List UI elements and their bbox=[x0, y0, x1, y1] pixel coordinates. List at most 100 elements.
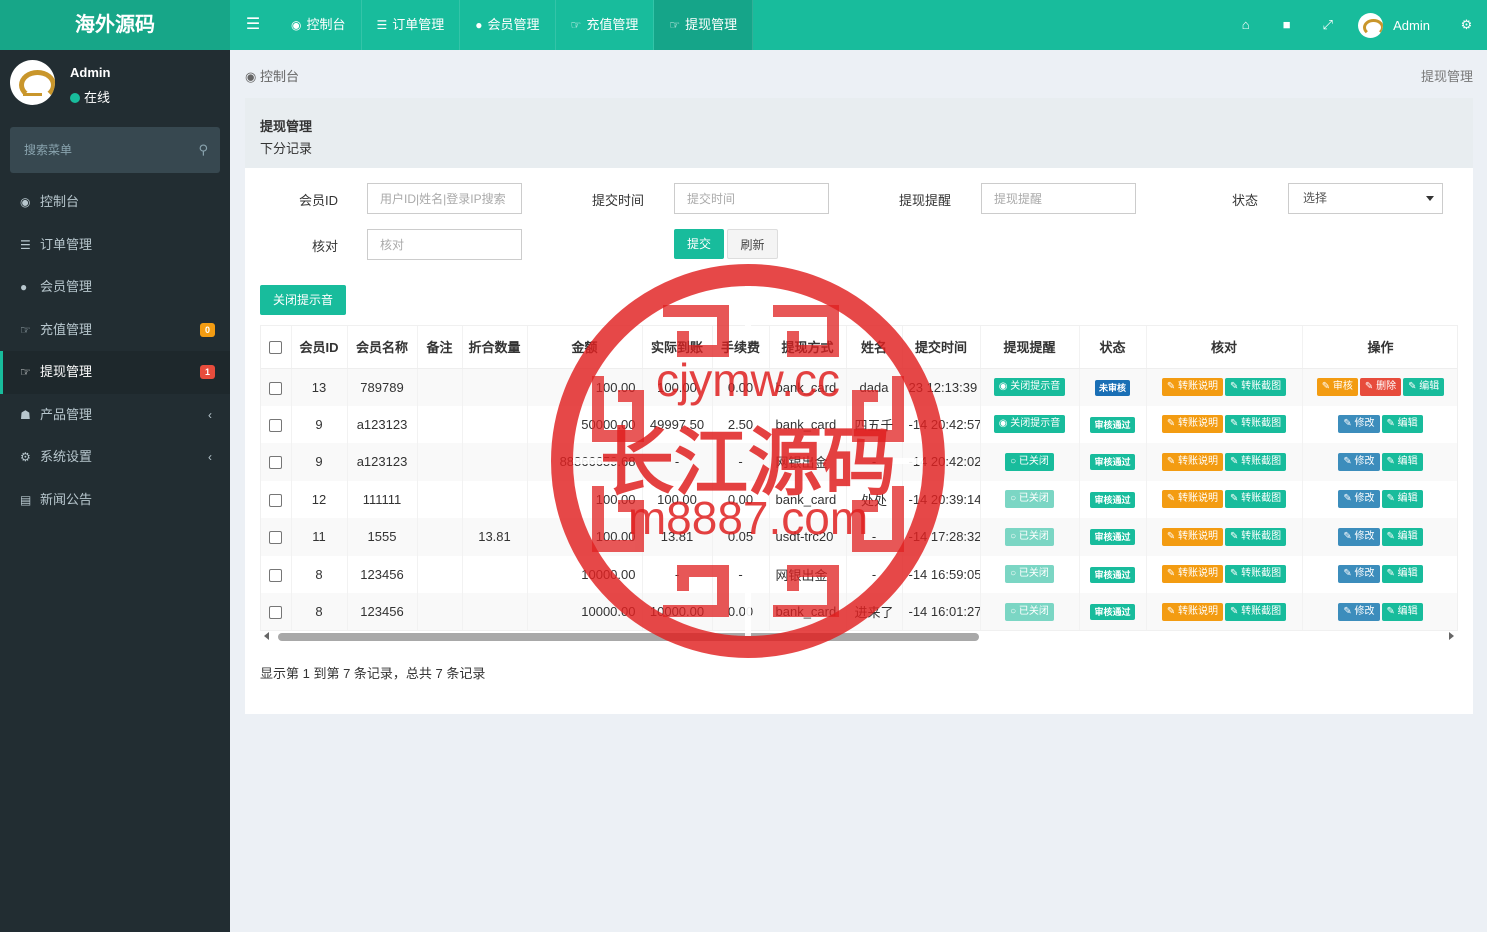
row-op-button[interactable]: ✎ 修改 bbox=[1338, 490, 1380, 509]
search-icon[interactable]: ⚲ bbox=[198, 142, 208, 158]
reminder-toggle-button[interactable]: ○ 已关闭 bbox=[1005, 602, 1054, 621]
row-op-button[interactable]: ✎ 编辑 bbox=[1381, 565, 1423, 584]
cell-verify: ✎ 转账说明 ✎ 转账截图 bbox=[1146, 593, 1303, 630]
transfer-note-button[interactable]: ✎ 转账说明 bbox=[1161, 602, 1223, 621]
cell-realname: 处处 bbox=[846, 480, 903, 518]
col-verify[interactable]: 核对 bbox=[1146, 326, 1303, 369]
col-status[interactable]: 状态 bbox=[1079, 326, 1147, 369]
menu-toggle-icon[interactable]: ☰ bbox=[230, 0, 276, 50]
transfer-screenshot-button[interactable]: ✎ 转账截图 bbox=[1225, 378, 1287, 396]
col-note[interactable]: 备注 bbox=[417, 326, 463, 369]
reminder-toggle-button[interactable]: ○ 已关闭 bbox=[1005, 565, 1054, 584]
transfer-screenshot-button[interactable]: ✎ 转账截图 bbox=[1225, 527, 1287, 546]
col-realname[interactable]: 姓名 bbox=[846, 326, 903, 369]
cell-status: 审核通过 bbox=[1079, 480, 1147, 518]
pencil-icon: ✎ bbox=[1364, 381, 1374, 392]
col-member-name[interactable]: 会员名称 bbox=[347, 326, 418, 369]
scroll-thumb[interactable] bbox=[278, 633, 979, 641]
col-actual[interactable]: 实际到账 bbox=[642, 326, 713, 369]
transfer-screenshot-button[interactable]: ✎ 转账截图 bbox=[1225, 490, 1287, 509]
col-converted[interactable]: 折合数量 bbox=[462, 326, 528, 369]
sidebar-search-input[interactable] bbox=[10, 127, 190, 173]
scroll-right-icon[interactable] bbox=[1449, 632, 1454, 640]
row-checkbox[interactable] bbox=[269, 531, 283, 545]
row-checkbox[interactable] bbox=[269, 456, 283, 470]
row-checkbox[interactable] bbox=[269, 493, 283, 507]
transfer-screenshot-button[interactable]: ✎ 转账截图 bbox=[1225, 565, 1287, 584]
reminder-toggle-button[interactable]: ◉ 关闭提示音 bbox=[993, 378, 1066, 396]
transfer-note-button[interactable]: ✎ 转账说明 bbox=[1161, 527, 1223, 546]
row-op-button[interactable]: ✎ 审核 bbox=[1316, 378, 1358, 396]
select-all-checkbox[interactable] bbox=[269, 341, 283, 355]
reminder-toggle-button[interactable]: ○ 已关闭 bbox=[1005, 452, 1054, 471]
col-fee[interactable]: 手续费 bbox=[712, 326, 770, 369]
reminder-input[interactable] bbox=[981, 183, 1136, 214]
row-op-button[interactable]: ✎ 编辑 bbox=[1381, 490, 1423, 509]
transfer-note-button[interactable]: ✎ 转账说明 bbox=[1161, 378, 1223, 396]
row-op-button[interactable]: ✎ 修改 bbox=[1338, 452, 1380, 471]
tab-dashboard[interactable]: ◉ 控制台 bbox=[276, 0, 362, 50]
transfer-note-button[interactable]: ✎ 转账说明 bbox=[1161, 565, 1223, 584]
transfer-note-button[interactable]: ✎ 转账说明 bbox=[1161, 452, 1223, 471]
fullscreen-icon[interactable]: ⤢ bbox=[1307, 0, 1348, 50]
col-reminder[interactable]: 提现提醒 bbox=[980, 326, 1080, 369]
sidebar-item-recharge[interactable]: ☞ 充值管理 0 bbox=[0, 309, 230, 352]
status-select[interactable]: 选择 bbox=[1288, 183, 1443, 214]
sidebar-item-news[interactable]: ▤ 新闻公告 bbox=[0, 479, 230, 522]
sidebar-item-members[interactable]: ● 会员管理 bbox=[0, 266, 230, 309]
col-amount[interactable]: 金额 bbox=[527, 326, 643, 369]
row-op-button[interactable]: ✎ 修改 bbox=[1338, 527, 1380, 546]
sidebar-item-withdraw[interactable]: ☞ 提现管理 1 bbox=[0, 351, 230, 394]
home-icon[interactable]: ⌂ bbox=[1225, 0, 1266, 50]
sidebar-item-products[interactable]: ☗ 产品管理 ‹ bbox=[0, 394, 230, 437]
row-checkbox[interactable] bbox=[269, 606, 283, 620]
row-op-button[interactable]: ✎ 编辑 bbox=[1403, 378, 1445, 396]
row-checkbox[interactable] bbox=[269, 418, 283, 432]
top-user-menu[interactable]: Admin bbox=[1348, 0, 1446, 50]
breadcrumb-home[interactable]: 控制台 bbox=[260, 69, 299, 84]
row-op-button[interactable]: ✎ 修改 bbox=[1338, 415, 1380, 434]
tab-withdraw[interactable]: ☞ 提现管理 bbox=[654, 0, 754, 50]
tab-recharge[interactable]: ☞ 充值管理 bbox=[556, 0, 655, 50]
list-icon: ☰ bbox=[20, 237, 31, 252]
verify-input[interactable] bbox=[367, 229, 522, 260]
trash-icon[interactable]: ■ bbox=[1266, 0, 1307, 50]
app-logo[interactable]: 海外源码 bbox=[0, 0, 230, 50]
transfer-note-button[interactable]: ✎ 转账说明 bbox=[1161, 415, 1223, 434]
row-op-button[interactable]: ✎ 编辑 bbox=[1381, 602, 1423, 621]
col-operations[interactable]: 操作 bbox=[1302, 326, 1457, 369]
transfer-note-button[interactable]: ✎ 转账说明 bbox=[1161, 490, 1223, 509]
circle-icon: ○ bbox=[1010, 530, 1017, 542]
settings-icon[interactable]: ⚙ bbox=[1446, 0, 1487, 50]
tab-orders[interactable]: ☰ 订单管理 bbox=[362, 0, 461, 50]
submit-button[interactable]: 提交 bbox=[674, 229, 724, 259]
sidebar-item-settings[interactable]: ⚙ 系统设置 ‹ bbox=[0, 436, 230, 479]
row-op-button[interactable]: ✎ 编辑 bbox=[1381, 452, 1423, 471]
row-op-button[interactable]: ✎ 修改 bbox=[1338, 602, 1380, 621]
member-id-input[interactable] bbox=[367, 183, 522, 214]
tab-members[interactable]: ● 会员管理 bbox=[460, 0, 556, 50]
sidebar-item-orders[interactable]: ☰ 订单管理 bbox=[0, 224, 230, 267]
horizontal-scrollbar[interactable] bbox=[260, 631, 1458, 643]
row-op-button[interactable]: ✎ 修改 bbox=[1338, 565, 1380, 584]
refresh-button[interactable]: 刷新 bbox=[727, 229, 778, 259]
row-checkbox[interactable] bbox=[269, 568, 283, 582]
row-op-button[interactable]: ✎ 编辑 bbox=[1381, 527, 1423, 546]
row-op-button[interactable]: ✎ 删除 bbox=[1359, 378, 1402, 396]
reminder-toggle-button[interactable]: ○ 已关闭 bbox=[1005, 527, 1054, 546]
col-time[interactable]: 提交时间 bbox=[902, 326, 981, 369]
sidebar-item-dashboard[interactable]: ◉ 控制台 bbox=[0, 181, 230, 224]
submit-time-input[interactable] bbox=[674, 183, 829, 214]
scroll-left-icon[interactable] bbox=[264, 632, 269, 640]
transfer-screenshot-button[interactable]: ✎ 转账截图 bbox=[1225, 602, 1287, 621]
col-member-id[interactable]: 会员ID bbox=[291, 326, 348, 369]
row-checkbox[interactable] bbox=[269, 381, 283, 395]
col-method[interactable]: 提现方式 bbox=[769, 326, 847, 369]
transfer-screenshot-button[interactable]: ✎ 转账截图 bbox=[1225, 415, 1287, 434]
transfer-screenshot-button[interactable]: ✎ 转账截图 bbox=[1225, 452, 1287, 471]
row-op-button[interactable]: ✎ 编辑 bbox=[1381, 415, 1423, 434]
pencil-icon: ✎ bbox=[1321, 381, 1331, 392]
close-sound-button[interactable]: 关闭提示音 bbox=[260, 285, 346, 315]
reminder-toggle-button[interactable]: ○ 已关闭 bbox=[1005, 490, 1054, 509]
reminder-toggle-button[interactable]: ◉ 关闭提示音 bbox=[993, 415, 1066, 434]
